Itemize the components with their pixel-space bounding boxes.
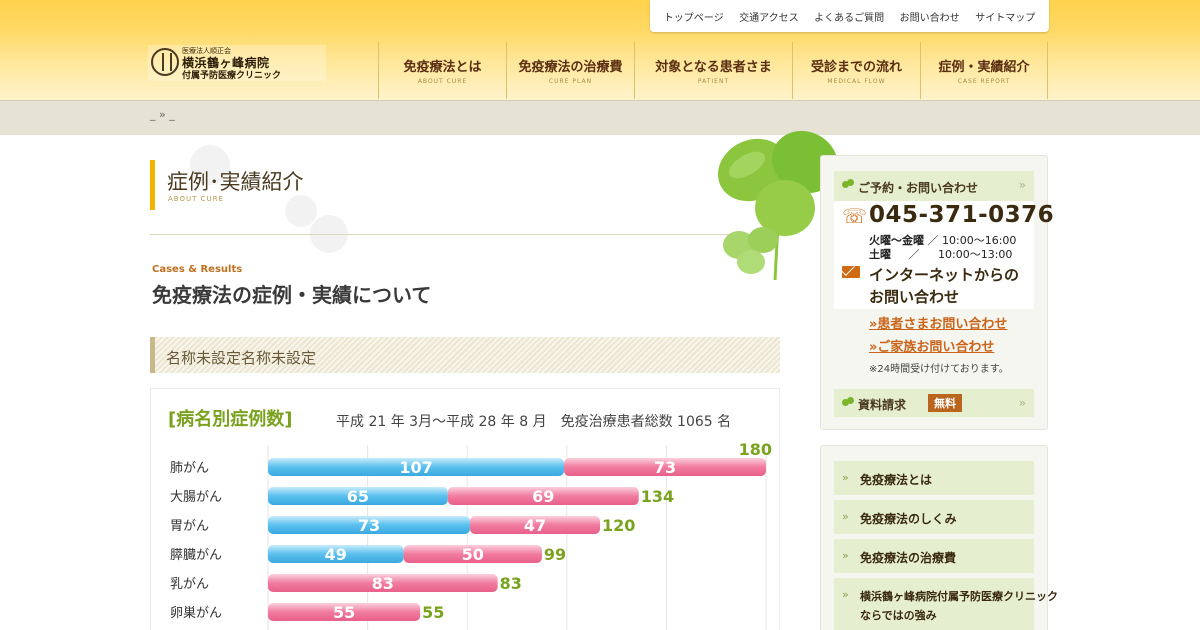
side-menu-label: 横浜鶴ヶ峰病院付属予防医療クリニック xyxy=(860,590,1058,603)
chart-category-label: 膵臓がん xyxy=(170,548,222,563)
contact-note: ※24時間受け付けております。 xyxy=(869,364,1009,375)
decor-petal xyxy=(285,195,317,227)
chevron-right-icon: » xyxy=(842,471,849,484)
topnav-link-faq[interactable]: よくあるご質問 xyxy=(814,9,884,24)
mainnav-label: 受診までの流れ xyxy=(810,60,902,75)
main-nav: 免疫療法とは ABOUT CURE 免疫療法の治療費 CURE PLAN 対象と… xyxy=(378,42,1048,99)
chart-segment-value: 107 xyxy=(399,458,432,477)
site-logo[interactable]: 医療法人順正会 横浜鶴ヶ峰病院 付属予防医療クリニック xyxy=(148,45,326,81)
hours-time: 10:00～13:00 xyxy=(938,248,1013,261)
chevron-right-icon: » xyxy=(842,510,849,523)
chart-category-label: 卵巣がん xyxy=(170,606,222,621)
mainnav-sublabel: MEDICAL FLOW xyxy=(827,78,886,85)
side-menu-item-strengths[interactable]: » 横浜鶴ヶ峰病院付属予防医療クリニック ならではの強み xyxy=(834,578,1058,630)
chevron-right-icon: » xyxy=(1018,178,1026,192)
chart-segment-value: 55 xyxy=(333,603,355,622)
chart-segment-value: 49 xyxy=(325,545,347,564)
chevron-right-icon: » xyxy=(842,549,849,562)
chevron-right-icon: » xyxy=(1018,396,1026,410)
chart-category-label: 大腸がん xyxy=(170,490,222,505)
chart-category-label: 胃がん xyxy=(170,519,209,534)
mainnav-label: 免疫療法とは xyxy=(403,60,482,75)
hours-row: 土曜 ／ 10:00～13:00 xyxy=(869,246,1012,262)
chart-category-label: 肺がん xyxy=(170,461,209,476)
logo-sub-text: 付属予防医療クリニック xyxy=(182,71,282,81)
phone-number[interactable]: 045-371-0376 xyxy=(869,202,1054,228)
title-accent-bar xyxy=(150,160,155,210)
side-menu-label: 免疫療法とは xyxy=(860,473,933,487)
chart-heading: [病名別症例数] xyxy=(168,409,293,430)
material-request-label: 資料請求 xyxy=(858,398,907,412)
topnav-link-top[interactable]: トップページ xyxy=(664,9,724,24)
topnav-link-sitemap[interactable]: サイトマップ xyxy=(975,9,1035,24)
side-menu-item-about[interactable]: » 免疫療法とは xyxy=(834,461,1034,495)
mainnav-sublabel: ABOUT CURE xyxy=(417,78,468,85)
leaf-icon xyxy=(842,397,854,409)
mainnav-label: 対象となる患者さま xyxy=(655,60,772,75)
topnav-link-contact[interactable]: お問い合わせ xyxy=(900,9,960,24)
chart-segment-value: 69 xyxy=(532,487,554,506)
section-en-label: Cases & Results xyxy=(152,264,243,275)
breadcrumb[interactable]: _ » _ xyxy=(150,108,175,121)
mainnav-about-cure[interactable]: 免疫療法とは ABOUT CURE xyxy=(378,42,506,99)
chart-segment-value: 47 xyxy=(524,516,546,535)
leaf-icon xyxy=(842,179,854,191)
logo-mark-icon xyxy=(151,48,179,76)
side-menu-item-cost[interactable]: » 免疫療法の治療費 xyxy=(834,539,1034,573)
chart-total-value: 180 xyxy=(739,440,772,459)
family-contact-link[interactable]: »ご家族お問い合わせ xyxy=(869,336,994,355)
material-request-button[interactable]: 資料請求 無料 » xyxy=(834,389,1034,417)
chart-segment-value: 83 xyxy=(372,574,394,593)
mainnav-case-report[interactable]: 症例・実績紹介 CASE REPORT xyxy=(920,42,1048,99)
chart-total-value: 120 xyxy=(602,516,635,535)
internet-contact-label: インターネットからの お問い合わせ xyxy=(869,264,1039,308)
mail-icon xyxy=(842,266,860,278)
breadcrumb-bar xyxy=(0,100,1200,135)
mainnav-sublabel: CASE REPORT xyxy=(957,78,1011,85)
internet-contact-line1: インターネットからの xyxy=(869,266,1020,284)
mainnav-label: 免疫療法の治療費 xyxy=(518,60,623,75)
free-badge: 無料 xyxy=(928,394,962,412)
mainnav-label: 症例・実績紹介 xyxy=(938,60,1030,75)
internet-contact-line2: お問い合わせ xyxy=(869,288,960,306)
side-menu-label: 免疫療法のしくみ xyxy=(860,512,957,526)
chart-caption: 平成 21 年 3月～平成 28 年 8 月 免疫治療患者総数 1065 名 xyxy=(336,414,732,430)
top-utility-nav: トップページ 交通アクセス よくあるご質問 お問い合わせ サイトマップ xyxy=(650,0,1049,32)
patient-contact-link[interactable]: »患者さまお問い合わせ xyxy=(869,313,1007,332)
hours-day: 土曜 xyxy=(869,248,891,261)
title-divider xyxy=(150,234,780,235)
side-menu-label: ならではの強み xyxy=(860,609,937,622)
side-menu-item-mechanism[interactable]: » 免疫療法のしくみ xyxy=(834,500,1034,534)
disease-case-bar-chart: 肺がん 107 73 180 大腸がん 65 69 134 胃がん 73 47 120 膵臓がん 49 50… xyxy=(170,440,772,630)
mainnav-cure-plan[interactable]: 免疫療法の治療費 CURE PLAN xyxy=(506,42,634,99)
subsection-header-text: 名称未設定名称未設定 xyxy=(166,349,317,367)
chart-total-value: 55 xyxy=(422,603,444,622)
topnav-link-access[interactable]: 交通アクセス xyxy=(739,9,799,24)
contact-header[interactable]: ご予約・お問い合わせ » xyxy=(834,171,1034,201)
chart-segment-value: 73 xyxy=(654,458,676,477)
hours-separator: ／ xyxy=(908,248,920,261)
page-title: 症例･実績紹介 xyxy=(167,170,304,194)
contact-header-title: ご予約・お問い合わせ xyxy=(858,181,979,195)
phone-icon: ☏ xyxy=(842,204,868,228)
mainnav-sublabel: CURE PLAN xyxy=(548,78,593,85)
mainnav-patient[interactable]: 対象となる患者さま PATIENT xyxy=(634,42,792,99)
chart-total-value: 99 xyxy=(544,545,566,564)
mainnav-sublabel: PATIENT xyxy=(697,78,730,85)
section-title: 免疫療法の症例・実績について xyxy=(152,283,432,307)
page-title-en: ABOUT CURE xyxy=(168,195,224,203)
chart-segment-value: 65 xyxy=(347,487,369,506)
page: トップページ 交通アクセス よくあるご質問 お問い合わせ サイトマップ 医療法人… xyxy=(0,0,1200,630)
chevron-right-icon: » xyxy=(842,588,849,601)
side-menu-label: 免疫療法の治療費 xyxy=(860,551,957,565)
chart-total-value: 83 xyxy=(500,574,522,593)
mainnav-medical-flow[interactable]: 受診までの流れ MEDICAL FLOW xyxy=(792,42,920,99)
chart-category-label: 乳がん xyxy=(170,577,209,592)
chart-segment-value: 73 xyxy=(358,516,380,535)
chart-segment-value: 50 xyxy=(462,545,484,564)
chart-total-value: 134 xyxy=(641,487,674,506)
